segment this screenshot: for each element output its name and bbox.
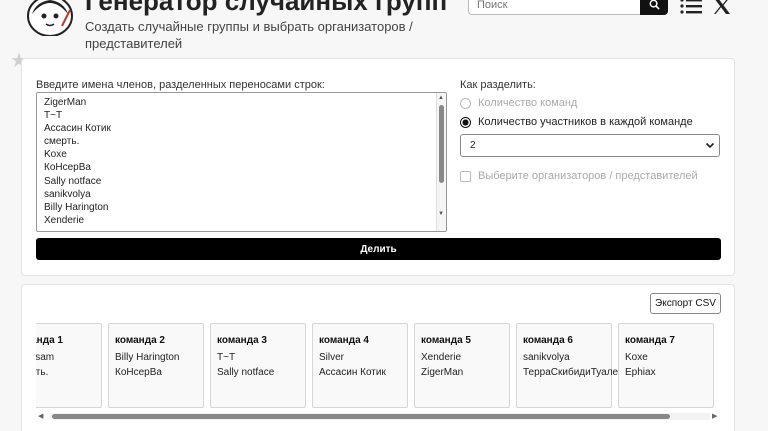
team-name: команда 1 [36,335,63,346]
teams-scroll-area[interactable]: команда 1 rapidsam смерть. команда 2 Billy H… [36,323,721,409]
team-card: команда 1 rapidsam смерть. [36,323,102,408]
name-line: ZigerMan [44,97,87,108]
split-label: Как разделить: [460,79,536,91]
team-member: T~T [217,352,236,363]
menu-icon[interactable] [680,0,702,14]
name-line: Ассасин Котик [44,123,111,135]
name-line: Sally notface [44,175,102,187]
page: Генератор случайных групп Создать случай… [0,0,768,431]
team-card: команда 5 Xenderie ZigerMan [414,323,510,408]
names-textarea[interactable]: ZigerMan T~T Ассасин Котик смерть. Koxe КоНсе… [36,92,447,232]
results-card: Экспорт CSV команда 1rapidsamсмерть.кома… [21,284,735,431]
names-scrollbar[interactable]: ▲ ▼ [436,93,446,231]
organizers-checkbox-row[interactable]: Выберите организаторов / представителей [460,170,698,182]
scroll-up-icon[interactable]: ▲ [438,95,444,101]
team-member: Billy Harington [115,352,180,363]
team-name: команда 5 [421,335,471,346]
team-name: команда 6 [523,335,573,346]
team-member: ТерраСкибидиТуалет [523,367,623,378]
radio-team-count[interactable]: Количество команд [460,97,577,109]
team-card: команда 7 Koxe Ephiax [618,323,714,408]
divide-button[interactable]: Делить [36,238,721,260]
radio-team-count-label: Количество команд [478,97,578,109]
team-member: ZigerMan [421,367,464,378]
search-bar [468,0,668,15]
export-csv-button[interactable]: Экспорт CSV [650,293,721,314]
organizers-checkbox[interactable] [460,170,471,182]
team-name: команда 4 [319,335,369,346]
search-button[interactable] [640,0,668,15]
team-member: Sally notface [217,367,275,378]
team-card: команда 6 sanikvolya ТерраСкибидиТуалет [516,323,623,408]
scrollbar-thumb[interactable] [439,105,444,183]
page-title: Генератор случайных групп [85,0,448,16]
scrollbar-thumb[interactable] [52,414,670,419]
name-line: Billy Harington [44,201,109,213]
team-name: команда 2 [115,335,165,346]
search-input[interactable] [468,0,640,15]
team-card: команда 4 Silver Ассасин Котик [312,323,408,408]
logo[interactable] [24,0,76,36]
team-card: команда 3 T~T Sally notface [210,323,306,408]
team-card: команда 2 Billy Harington КоНсерВа [108,323,204,408]
names-label: Введите имена членов, разделенных перено… [36,79,325,91]
scroll-left-icon[interactable]: ◀ [38,412,43,420]
team-member: смерть. [36,367,49,378]
members-count-select[interactable]: 2 [460,134,720,157]
scroll-down-icon[interactable]: ▼ [438,211,444,217]
radio-button[interactable] [460,97,471,109]
name-line: КоНсерВа [44,162,91,174]
team-member: Ассасин Котик [319,367,386,378]
form-card: Введите имена членов, разделенных перено… [21,58,735,276]
names-list: ZigerMan T~T Ассасин Котик смерть. Koxe КоНсе… [37,93,446,230]
team-name: команда 3 [217,335,267,346]
name-line: Xenderie [44,214,85,226]
team-name: команда 7 [625,335,675,346]
radio-members-per-team-label: Количество участников в каждой команде [478,116,693,128]
team-member: Ephiax [625,367,656,378]
organizers-label: Выберите организаторов / представителей [478,170,698,182]
name-line: T~T [44,110,63,122]
select-value: 2 [470,140,476,151]
search-icon [649,0,660,10]
team-member: Koxe [625,352,648,363]
name-line: sanikvolya [44,188,91,200]
teams-row: команда 1 rapidsam смерть. команда 2 Billy H… [36,323,720,408]
name-line: Koxe [44,149,67,161]
radio-button[interactable] [460,116,471,128]
page-subtitle: Создать случайные группы и выбрать орган… [85,19,413,51]
teams-hscrollbar[interactable]: ◀ ▶ [36,413,721,421]
team-member: Silver [319,352,345,363]
team-member: rapidsam [36,352,55,363]
name-line: смерть. [44,136,80,148]
team-member: КоНсерВа [115,367,162,378]
x-logo-icon[interactable] [713,0,731,15]
scroll-right-icon[interactable]: ▶ [712,412,717,420]
chevron-down-icon [705,142,715,149]
radio-members-per-team[interactable]: Количество участников в каждой команде [460,116,693,128]
team-member: sanikvolya [523,352,570,363]
team-member: Xenderie [421,352,462,363]
